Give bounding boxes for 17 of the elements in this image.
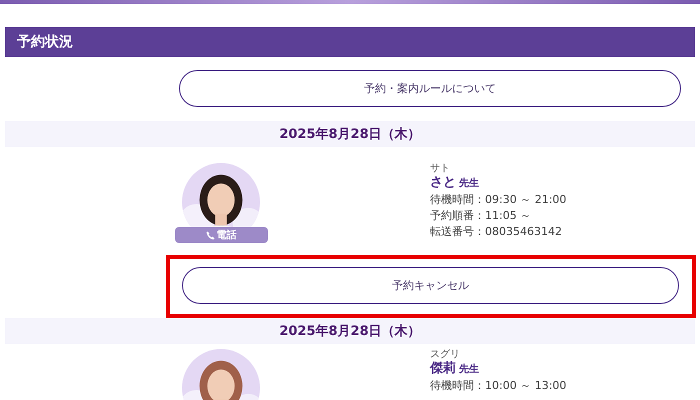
phone-icon <box>206 230 214 240</box>
detail-line: 待機時間：10:00 ～ 13:00 <box>430 378 566 394</box>
badge-label: 電話 <box>216 228 236 242</box>
date-heading: 2025年8月28日（木） <box>279 126 421 143</box>
teacher-name: 傑莉 <box>430 361 456 376</box>
detail-line: 転送番号：08035463142 <box>430 224 563 240</box>
detail-line: 待機時間：09:30 ～ 21:00 <box>430 192 566 208</box>
cancel-button[interactable]: 予約キャンセル <box>182 267 679 304</box>
teacher-reading: スグリ <box>430 349 461 361</box>
honorific: 先生 <box>459 178 479 189</box>
detail-line: 予約順番：11:05 ～ <box>430 208 532 224</box>
rules-button[interactable]: 予約・案内ルールについて <box>179 70 681 107</box>
honorific: 先生 <box>459 364 479 375</box>
date-heading: 2025年8月28日（木） <box>279 323 421 340</box>
teacher-name: さと <box>430 175 456 190</box>
teacher-reading: サト <box>430 163 451 175</box>
section-title: 予約状況 <box>17 33 73 51</box>
